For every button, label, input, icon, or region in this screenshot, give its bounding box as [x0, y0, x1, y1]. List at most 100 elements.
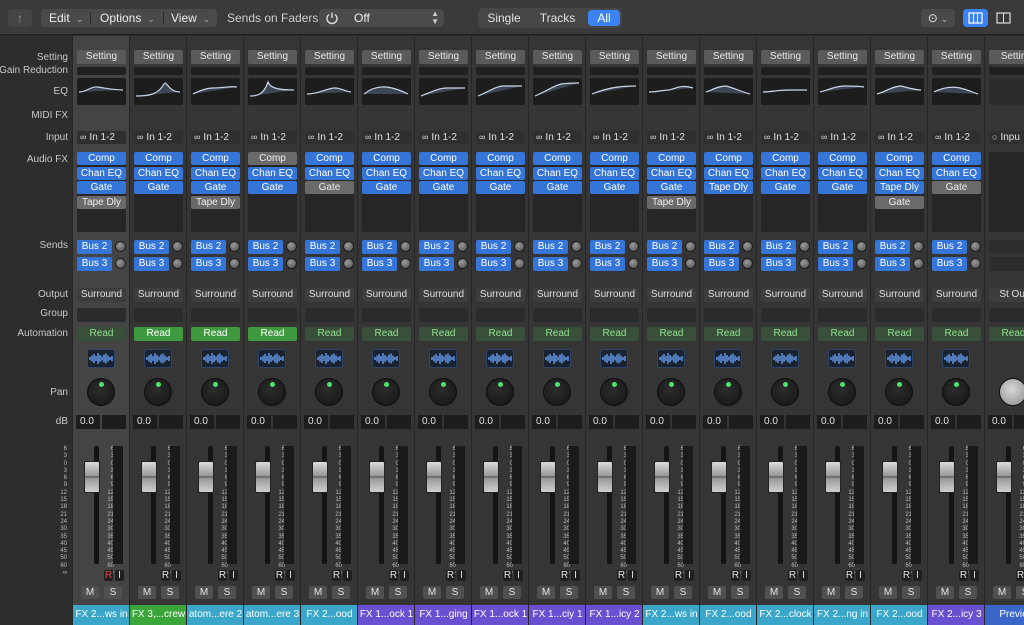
audio-fx-plugin[interactable]: Comp [533, 152, 582, 165]
input-slot[interactable]: ∞ In 1-2 [476, 131, 525, 144]
pan-knob[interactable] [600, 378, 628, 406]
send-level-knob[interactable] [457, 241, 468, 252]
eq-thumbnail[interactable] [704, 78, 753, 105]
audio-fx-plugin[interactable]: Gate [476, 181, 525, 194]
send-slot[interactable]: Bus 3 [362, 257, 397, 271]
mute-button[interactable]: M [537, 586, 555, 599]
audio-fx-plugin[interactable]: Comp [704, 152, 753, 165]
group-slot[interactable] [704, 308, 753, 322]
volume-fader[interactable] [882, 461, 898, 493]
setting-button[interactable]: Setting [932, 50, 981, 64]
volume-fader[interactable] [84, 461, 100, 493]
send-level-knob[interactable] [799, 258, 810, 269]
volume-db-value[interactable]: 0.0 [931, 415, 955, 429]
track-name[interactable]: atom...ere 2 [187, 605, 244, 625]
input-slot[interactable]: ∞ In 1-2 [419, 131, 468, 144]
output-slot[interactable]: Surround [932, 288, 981, 302]
audio-fx-plugin[interactable]: Gate [533, 181, 582, 194]
audio-fx-plugin[interactable]: Gate [191, 181, 240, 194]
audio-fx-plugin[interactable]: Comp [134, 152, 183, 165]
solo-button[interactable]: S [389, 586, 407, 599]
automation-mode[interactable]: Read [134, 327, 183, 341]
send-slot[interactable]: Bus 3 [761, 257, 796, 271]
volume-fader[interactable] [141, 461, 157, 493]
send-slot[interactable]: Bus 3 [704, 257, 739, 271]
volume-db-value[interactable]: 0.0 [418, 415, 442, 429]
volume-fader[interactable] [198, 461, 214, 493]
audio-fx-plugin[interactable]: Comp [362, 152, 411, 165]
pan-knob[interactable] [429, 378, 457, 406]
pan-knob[interactable] [372, 378, 400, 406]
send-level-knob[interactable] [229, 241, 240, 252]
pan-knob[interactable] [315, 378, 343, 406]
setting-button[interactable]: Setting [875, 50, 924, 64]
pan-knob[interactable] [885, 378, 913, 406]
output-slot[interactable]: Surround [704, 288, 753, 302]
audio-fx-plugin[interactable]: Chan EQ [932, 166, 981, 180]
audio-fx-plugin[interactable]: Gate [419, 181, 468, 194]
eq-thumbnail[interactable] [362, 78, 411, 105]
input-slot[interactable]: ∞ In 1-2 [77, 131, 126, 144]
input-slot[interactable]: ∞ In 1-2 [761, 131, 810, 144]
input-monitor-button[interactable]: I [457, 570, 466, 581]
solo-button[interactable]: S [617, 586, 635, 599]
audio-fx-plugin[interactable]: Chan EQ [191, 166, 240, 180]
setting-button[interactable]: Setting [647, 50, 696, 64]
send-slot[interactable]: Bus 2 [875, 240, 910, 254]
send-level-knob[interactable] [571, 258, 582, 269]
audio-fx-plugin[interactable]: Comp [761, 152, 810, 165]
track-name[interactable]: FX 1...ock 1 [358, 605, 415, 625]
audio-fx-plugin[interactable]: Comp [305, 152, 354, 165]
record-enable-button[interactable]: R [560, 570, 569, 581]
audio-fx-plugin[interactable]: Gate [932, 181, 981, 194]
mute-button[interactable]: M [651, 586, 669, 599]
group-slot[interactable] [134, 308, 183, 322]
input-monitor-button[interactable]: I [628, 570, 637, 581]
input-slot[interactable]: ∞ In 1-2 [362, 131, 411, 144]
send-slot[interactable]: Bus 3 [305, 257, 340, 271]
automation-mode[interactable]: Read [590, 327, 639, 341]
eq-thumbnail[interactable] [248, 78, 297, 105]
audio-fx-plugin[interactable]: Chan EQ [875, 166, 924, 180]
audio-fx-plugin[interactable]: Gate [77, 181, 126, 194]
mute-button[interactable]: M [309, 586, 327, 599]
automation-mode[interactable]: Read [533, 327, 582, 341]
solo-button[interactable]: S [788, 586, 806, 599]
pan-knob[interactable] [771, 378, 799, 406]
send-level-knob[interactable] [913, 258, 924, 269]
send-level-knob[interactable] [457, 258, 468, 269]
volume-db-value[interactable]: 0.0 [475, 415, 499, 429]
setting-button[interactable]: Setting [248, 50, 297, 64]
mixer-view-button[interactable] [963, 9, 988, 27]
output-slot[interactable]: Surround [533, 288, 582, 302]
automation-mode[interactable]: Read [77, 327, 126, 341]
automation-mode[interactable]: Read [761, 327, 810, 341]
track-name[interactable]: FX 2...ood [871, 605, 928, 625]
solo-button[interactable]: S [902, 586, 920, 599]
input-monitor-button[interactable]: I [343, 570, 352, 581]
audio-fx-plugin[interactable]: Gate [305, 181, 354, 194]
view-menu[interactable]: View ⌄ [171, 9, 210, 27]
solo-button[interactable]: S [1016, 586, 1024, 599]
audio-fx-plugin[interactable]: Chan EQ [134, 166, 183, 180]
mute-button[interactable]: M [765, 586, 783, 599]
send-slot[interactable]: Bus 3 [419, 257, 454, 271]
track-name[interactable]: FX 2...ood [700, 605, 757, 625]
input-monitor-button[interactable]: I [400, 570, 409, 581]
send-level-knob[interactable] [685, 241, 696, 252]
input-monitor-button[interactable]: I [172, 570, 181, 581]
pan-knob[interactable] [144, 378, 172, 406]
send-level-knob[interactable] [514, 241, 525, 252]
input-monitor-button[interactable]: I [229, 570, 238, 581]
input-monitor-button[interactable]: I [742, 570, 751, 581]
volume-fader[interactable] [255, 461, 271, 493]
output-slot[interactable]: Surround [77, 288, 126, 302]
volume-fader[interactable] [711, 461, 727, 493]
send-slot[interactable]: Bus 3 [875, 257, 910, 271]
mute-button[interactable]: M [708, 586, 726, 599]
output-slot[interactable]: Surround [875, 288, 924, 302]
audio-fx-plugin[interactable]: Chan EQ [533, 166, 582, 180]
send-level-knob[interactable] [172, 258, 183, 269]
pan-knob[interactable] [657, 378, 685, 406]
setting-button[interactable]: Setting [191, 50, 240, 64]
